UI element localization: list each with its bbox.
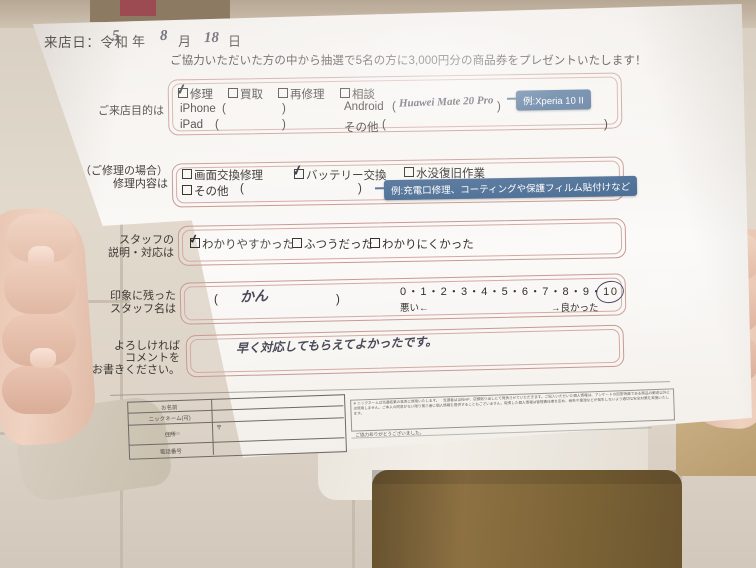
field-other-device-open-paren: (: [382, 119, 386, 131]
section-5-label: よろしければ コメントを お書きください。: [92, 340, 180, 376]
checkbox-label: 修理: [190, 89, 213, 101]
checkbox-label: 相談: [352, 89, 375, 101]
checkbox-option-kaitori[interactable]: 買取: [228, 86, 263, 102]
prize-lead-text: ご協力いただいた方の中から抽選で5名の方に3,000円分の商品券をプレゼントいた…: [170, 55, 647, 67]
field-ipad-label: iPad: [180, 119, 204, 131]
table-row-label: 住所: [164, 432, 176, 439]
checkbox-label: わかりやすかった: [202, 239, 294, 251]
checkbox-icon[interactable]: [182, 169, 192, 179]
field-android-label: Android: [344, 101, 384, 113]
visit-date-year-value[interactable]: 5: [112, 28, 120, 45]
field-android-open-paren: (: [392, 101, 396, 113]
year-unit: 年: [132, 34, 146, 49]
checkbox-option-easy-to-understand[interactable]: わかりやすかった: [190, 236, 294, 252]
checkbox-icon[interactable]: [228, 88, 238, 98]
field-ipad-close-paren: ): [282, 119, 286, 131]
checkbox-label: わかりにくかった: [382, 239, 474, 251]
survey-form-content: 来店日：令和 5 年 8 月 18 日 ご協力いただいた方の中から抽選で5名の方…: [0, 0, 756, 568]
section-3-label: スタッフの 説明・対応は: [108, 234, 174, 259]
checkbox-icon[interactable]: [340, 88, 350, 98]
checkbox-icon[interactable]: [292, 238, 302, 248]
checkbox-label: 画面交換修理: [194, 170, 263, 182]
visit-date-day-value[interactable]: 18: [204, 30, 219, 47]
section-2-label: （ご修理の場合） 修理内容は: [80, 165, 168, 190]
section-1-label: ご来店目的は: [98, 105, 164, 117]
month-unit: 月: [178, 34, 192, 49]
field-ipad-open-paren: (: [215, 119, 219, 131]
staff-name-value[interactable]: かん: [239, 285, 269, 306]
table-row-label: 電話番号: [159, 448, 182, 456]
checkbox-label: バッテリー交換: [306, 170, 387, 182]
checkbox-option-soudan[interactable]: 相談: [340, 86, 375, 102]
checkbox-label: ふつうだった: [304, 239, 373, 251]
checkbox-icon[interactable]: [278, 88, 288, 98]
rating-low-label: 悪い←: [400, 303, 429, 314]
staff-name-close-paren: ): [336, 294, 340, 306]
field-android-close-paren: ): [497, 101, 501, 113]
field-iphone-open-paren: (: [222, 103, 226, 115]
field-other-device-close-paren: ): [604, 119, 608, 131]
contact-table[interactable]: お名前 ニックネーム(可) 住所 電話番号 〒: [127, 394, 347, 460]
checkbox-label: 再修理: [290, 89, 325, 101]
field-other-device-label: その他: [344, 122, 379, 134]
rating-scale-numbers[interactable]: 0・1・2・3・4・5・6・7・8・9・10: [400, 283, 619, 299]
photo-scene: 来店日：令和 5 年 8 月 18 日 ご協力いただいた方の中から抽選で5名の方…: [0, 0, 756, 568]
visit-date-month-value[interactable]: 8: [160, 28, 168, 45]
day-unit: 日: [228, 34, 242, 49]
address-marker: 〒: [215, 425, 223, 432]
checkbox-option-saishuuri[interactable]: 再修理: [278, 86, 325, 102]
checkbox-option-hard-to-understand[interactable]: わかりにくかった: [370, 236, 474, 252]
checkbox-label: その他: [194, 186, 229, 198]
checkbox-option-normal[interactable]: ふつうだった: [292, 236, 373, 252]
privacy-notice-block: ※ ニックネームは当選結果の発表に使用いたします。 当選者は当社HP、店頭貼り出…: [350, 388, 676, 439]
other-repair-open-paren: (: [240, 183, 244, 195]
staff-name-open-paren: (: [214, 294, 218, 306]
rating-high-label: →良かった: [551, 303, 599, 314]
field-iphone-close-paren: ): [282, 103, 286, 115]
section-4-label: 印象に残った スタッフ名は: [110, 290, 176, 315]
other-repair-close-paren: ): [358, 183, 362, 195]
checkbox-icon[interactable]: [182, 185, 192, 195]
checkbox-option-other-repair[interactable]: その他: [182, 183, 229, 199]
checkbox-label: 買取: [240, 89, 263, 101]
callout-xperia-example: 例:Xperia 10 II: [515, 89, 591, 111]
checkbox-option-battery-replace[interactable]: バッテリー交換: [294, 167, 387, 183]
checkbox-icon[interactable]: [370, 238, 380, 248]
field-iphone-label: iPhone: [180, 103, 216, 115]
checkbox-icon[interactable]: [404, 167, 414, 177]
checkbox-option-screen-repair[interactable]: 画面交換修理: [182, 167, 263, 183]
